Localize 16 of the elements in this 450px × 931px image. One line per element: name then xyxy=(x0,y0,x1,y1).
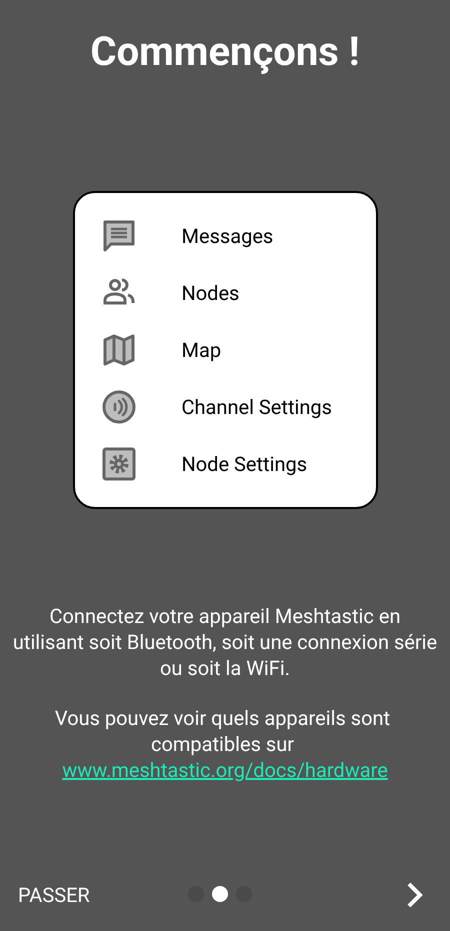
intro-paragraph: Connectez votre appareil Meshtastic en utilisant soit Bluetooth, soit une connexion série ou soit la WiFi. xyxy=(12,603,438,681)
compat-text: Vous pouvez voir quels appareils sont compatibles sur xyxy=(54,705,392,757)
gear-icon xyxy=(100,446,136,482)
skip-button[interactable]: PASSER xyxy=(18,883,90,907)
signal-circle-icon xyxy=(100,388,136,424)
page-title: Commençons ! xyxy=(90,28,360,76)
hardware-link[interactable]: hardware xyxy=(304,757,388,783)
feature-label: Nodes xyxy=(182,280,240,304)
chevron-right-icon xyxy=(406,881,424,909)
hardware-link[interactable]: www.meshtastic.org/docs/ xyxy=(62,757,305,783)
map-icon xyxy=(100,332,136,368)
feature-label: Node Settings xyxy=(182,452,308,476)
message-icon xyxy=(100,218,136,254)
feature-label: Channel Settings xyxy=(182,394,332,418)
feature-label: Map xyxy=(182,338,222,362)
feature-label: Messages xyxy=(182,224,274,248)
